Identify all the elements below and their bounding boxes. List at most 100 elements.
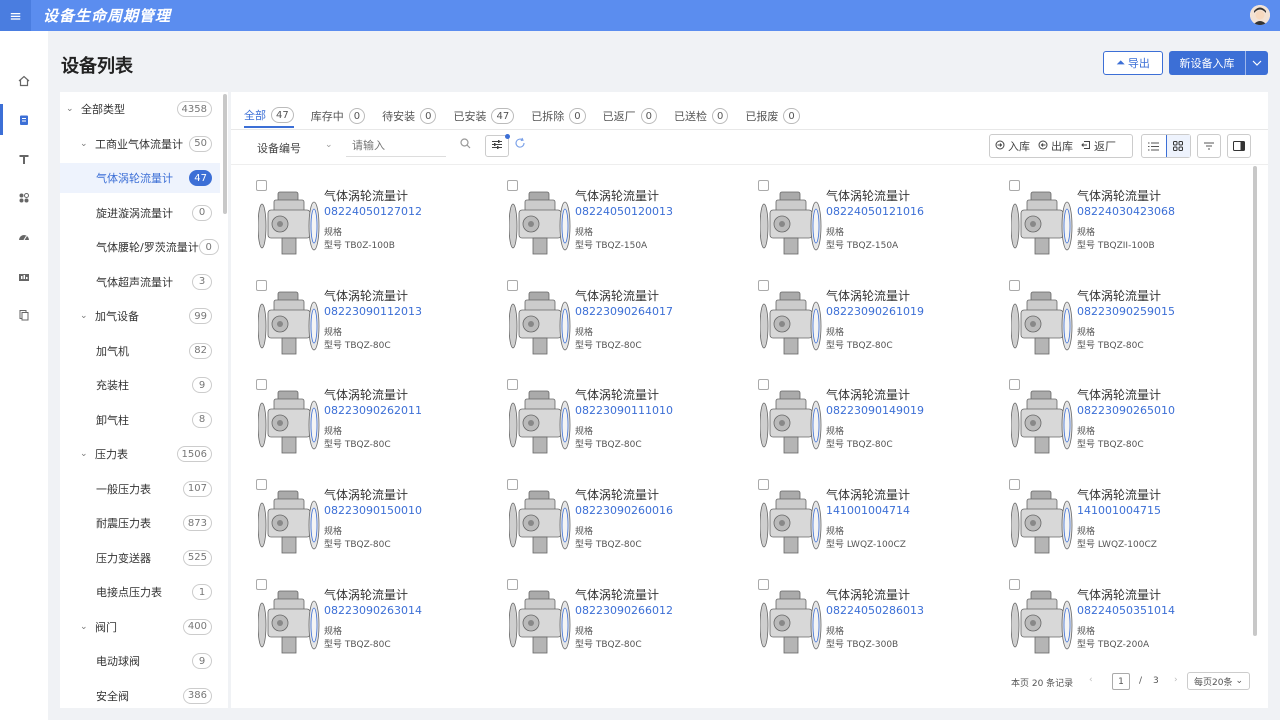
device-code-link[interactable]: 08223090112013 <box>324 305 422 318</box>
tree-item[interactable]: 耐震压力表 873 <box>60 508 220 538</box>
device-card[interactable]: 气体涡轮流量计 08224030423068 规格 型号 TBQZII-100B <box>984 172 1224 267</box>
search-input[interactable] <box>346 135 446 157</box>
device-code-link[interactable]: 08223090263014 <box>324 604 422 617</box>
device-card[interactable]: 气体涡轮流量计 08223090265010 规格 型号 TBQZ-80C <box>984 371 1224 466</box>
device-code-link[interactable]: 141001004714 <box>826 504 910 517</box>
device-card[interactable]: 气体涡轮流量计 08224050286013 规格 型号 TBQZ-300B <box>733 571 973 666</box>
refresh-icon[interactable] <box>514 137 526 152</box>
tree-item[interactable]: 电动球阀 9 <box>60 646 220 676</box>
stock-out-button[interactable]: 出库 <box>1038 138 1073 154</box>
grid-view-icon[interactable] <box>1165 135 1190 157</box>
search-field-select[interactable]: 设备编号 <box>257 140 301 156</box>
tree-item[interactable]: ⌄ 压力表 1506 <box>60 439 220 469</box>
tree-item[interactable]: ⌄ 工商业气体流量计 50 <box>60 129 220 159</box>
tab-2[interactable]: 待安装 0 <box>382 104 437 128</box>
device-code-link[interactable]: 08223090111010 <box>575 404 673 417</box>
device-card[interactable]: 气体涡轮流量计 08223090266012 规格 型号 TBQZ-80C <box>482 571 722 666</box>
side-panel-icon[interactable] <box>1227 134 1251 158</box>
list-view-icon[interactable] <box>1142 135 1166 157</box>
tab-7[interactable]: 已报废 0 <box>745 104 800 128</box>
chevron-down-icon[interactable]: ⌄ <box>80 311 92 321</box>
tree-item[interactable]: ⌄ 加气设备 99 <box>60 301 220 331</box>
module-icon[interactable] <box>0 178 48 217</box>
device-card[interactable]: 气体涡轮流量计 08223090259015 规格 型号 TBQZ-80C <box>984 272 1224 367</box>
prev-page-icon[interactable]: ‹ <box>1089 675 1093 685</box>
chevron-down-icon[interactable]: ⌄ <box>325 140 333 150</box>
device-code-link[interactable]: 08223090149019 <box>826 404 924 417</box>
user-avatar[interactable] <box>1250 5 1270 25</box>
next-page-icon[interactable]: › <box>1174 675 1178 685</box>
tree-item[interactable]: ⌄ 全部类型 4358 <box>60 94 220 124</box>
device-code-link[interactable]: 08224050351014 <box>1077 604 1175 617</box>
tree-item[interactable]: 电接点压力表 1 <box>60 577 220 607</box>
tree-item[interactable]: 一般压力表 107 <box>60 474 220 504</box>
dashboard-icon[interactable] <box>0 217 48 256</box>
device-code-link[interactable]: 08223090260016 <box>575 504 673 517</box>
device-code-link[interactable]: 08223090265010 <box>1077 404 1175 417</box>
device-card[interactable]: 气体涡轮流量计 08223090264017 规格 型号 TBQZ-80C <box>482 272 722 367</box>
page-size-select[interactable]: 每页20条 ⌄ <box>1187 672 1250 690</box>
device-card[interactable]: 气体涡轮流量计 08223090112013 规格 型号 TBQZ-80C <box>231 272 471 367</box>
tree-item[interactable]: 气体涡轮流量计 47 <box>60 163 220 193</box>
tab-5[interactable]: 已返厂 0 <box>603 104 657 128</box>
grid-scrollbar[interactable] <box>1253 166 1257 636</box>
device-icon[interactable] <box>0 100 48 139</box>
device-code-link[interactable]: 141001004715 <box>1077 504 1161 517</box>
device-code-link[interactable]: 08224050286013 <box>826 604 924 617</box>
device-card[interactable]: 气体涡轮流量计 141001004715 规格 型号 LWQZ-100CZ <box>984 471 1224 566</box>
tree-item[interactable]: 气体超声流量计 3 <box>60 267 220 297</box>
tab-6[interactable]: 已送检 0 <box>674 104 729 128</box>
tab-0[interactable]: 全部 47 <box>244 104 294 128</box>
device-code-link[interactable]: 08223090266012 <box>575 604 673 617</box>
device-card[interactable]: 气体涡轮流量计 08223090111010 规格 型号 TBQZ-80C <box>482 371 722 466</box>
tree-item[interactable]: 加气机 82 <box>60 336 220 366</box>
tree-scrollbar[interactable] <box>223 94 227 214</box>
device-card[interactable]: 气体涡轮流量计 141001004714 规格 型号 LWQZ-100CZ <box>733 471 973 566</box>
menu-icon[interactable]: ≡ <box>0 0 31 31</box>
tree-item[interactable]: 旋进漩涡流量计 0 <box>60 198 220 228</box>
tree-item[interactable]: 压力变送器 525 <box>60 543 220 573</box>
search-icon[interactable] <box>460 138 471 152</box>
tab-1[interactable]: 库存中 0 <box>311 104 366 128</box>
device-code-link[interactable]: 08223090261019 <box>826 305 924 318</box>
device-card[interactable]: 气体涡轮流量计 08224050121016 规格 型号 TBQZ-150A <box>733 172 973 267</box>
advanced-filter-button[interactable] <box>485 134 510 157</box>
stats-icon[interactable] <box>0 256 48 295</box>
stock-in-button[interactable]: 入库 <box>995 138 1030 154</box>
tree-item[interactable]: 卸气柱 8 <box>60 405 220 435</box>
tool-icon[interactable] <box>0 139 48 178</box>
new-device-button[interactable]: 新设备入库 <box>1169 51 1268 75</box>
home-icon[interactable] <box>0 61 48 100</box>
current-page[interactable]: 1 <box>1112 673 1130 690</box>
export-button[interactable]: ⏶ 导出 <box>1103 51 1163 75</box>
tree-item[interactable]: 充装柱 9 <box>60 370 220 400</box>
tree-item[interactable]: ⌄ 阀门 400 <box>60 612 220 642</box>
tree-item[interactable]: 安全阀 386 <box>60 681 220 709</box>
device-code-link[interactable]: 08223090150010 <box>324 504 422 517</box>
chevron-down-icon[interactable]: ⌄ <box>80 622 92 632</box>
chevron-down-icon[interactable]: ⌄ <box>80 139 92 149</box>
device-code-link[interactable]: 08224050121016 <box>826 205 924 218</box>
device-card[interactable]: 气体涡轮流量计 08223090262011 规格 型号 TBQZ-80C <box>231 371 471 466</box>
device-card[interactable]: 气体涡轮流量计 08223090150010 规格 型号 TBQZ-80C <box>231 471 471 566</box>
device-card[interactable]: 气体涡轮流量计 08224050127012 规格 型号 TB0Z-100B <box>231 172 471 267</box>
tree-item[interactable]: 气体腰轮/罗茨流量计 0 <box>60 232 220 262</box>
chevron-down-icon[interactable]: ⌄ <box>66 104 78 114</box>
filter-icon[interactable] <box>1197 134 1221 158</box>
device-code-link[interactable]: 08224050127012 <box>324 205 422 218</box>
tab-3[interactable]: 已安装 47 <box>453 104 515 128</box>
device-code-link[interactable]: 08223090264017 <box>575 305 673 318</box>
device-card[interactable]: 气体涡轮流量计 08223090260016 规格 型号 TBQZ-80C <box>482 471 722 566</box>
chevron-down-icon[interactable] <box>1245 51 1268 75</box>
chevron-down-icon[interactable]: ⌄ <box>80 449 92 459</box>
device-code-link[interactable]: 08224050120013 <box>575 205 673 218</box>
return-factory-button[interactable]: 返厂 <box>1081 138 1116 154</box>
device-card[interactable]: 气体涡轮流量计 08223090263014 规格 型号 TBQZ-80C <box>231 571 471 666</box>
device-code-link[interactable]: 08223090262011 <box>324 404 422 417</box>
device-code-link[interactable]: 08223090259015 <box>1077 305 1175 318</box>
device-code-link[interactable]: 08224030423068 <box>1077 205 1175 218</box>
device-card[interactable]: 气体涡轮流量计 08224050120013 规格 型号 TBQZ-150A <box>482 172 722 267</box>
docs-icon[interactable] <box>0 295 48 334</box>
device-card[interactable]: 气体涡轮流量计 08224050351014 规格 型号 TBQZ-200A <box>984 571 1224 666</box>
device-card[interactable]: 气体涡轮流量计 08223090149019 规格 型号 TBQZ-80C <box>733 371 973 466</box>
